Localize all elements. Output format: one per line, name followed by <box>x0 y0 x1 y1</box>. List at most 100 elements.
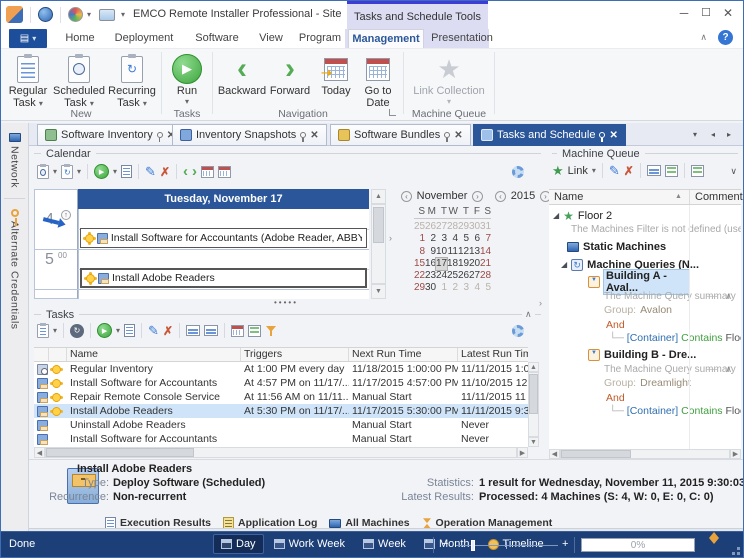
table-row[interactable]: Regular InventoryAt 1:00 PM every day11/… <box>34 362 528 376</box>
splitter-collapse-icon[interactable]: › <box>389 233 392 243</box>
calendar-day-cell[interactable]: 4 <box>469 282 480 294</box>
scroll-right-button[interactable]: ▶ <box>517 447 528 458</box>
delete-icon[interactable]: ✗ <box>624 165 634 177</box>
dropdown-caret-icon[interactable]: ▾ <box>113 168 117 176</box>
close-button[interactable]: ✕ <box>717 5 739 23</box>
dropdown-caret-icon[interactable]: ▾ <box>592 167 596 175</box>
calendar-day-cell[interactable]: 26 <box>425 221 436 233</box>
tab-program[interactable]: Program <box>292 29 348 48</box>
calendar-day-cell[interactable]: 31 <box>480 221 491 233</box>
doc-tab-software-inventory[interactable]: Software Inventory ✕ <box>37 124 183 146</box>
close-tab-icon[interactable]: ✕ <box>454 130 462 141</box>
calendar-day-cell[interactable]: 28 <box>447 221 458 233</box>
calendar-day-cell[interactable]: 5 <box>480 282 491 294</box>
screen-icon[interactable] <box>99 9 115 21</box>
zoom-slider-thumb[interactable] <box>471 540 475 551</box>
layout-horizontal-icon[interactable] <box>186 325 200 336</box>
tab-software[interactable]: Software <box>186 29 248 48</box>
network-scan-icon[interactable] <box>38 7 53 22</box>
scroll-left-button[interactable]: ◀ <box>34 447 45 458</box>
doc-tab-inventory-snapshots[interactable]: Inventory Snapshots ✕ <box>172 124 327 146</box>
delete-icon[interactable]: ✗ <box>160 166 170 178</box>
maximize-button[interactable]: ☐ <box>695 5 717 23</box>
pin-icon[interactable] <box>599 132 605 138</box>
filter-icon[interactable] <box>265 325 277 337</box>
task-name[interactable]: Repair Remote Console Service <box>67 391 241 403</box>
calendar-day-cell[interactable]: 25 <box>414 221 425 233</box>
column-comment[interactable]: Comment <box>695 191 743 204</box>
scroll-down-button[interactable]: ▼ <box>371 284 386 299</box>
palette-dropdown-icon[interactable]: ▾ <box>87 11 91 19</box>
task-next-run[interactable]: Manual Start <box>349 391 458 403</box>
task-next-run[interactable]: 11/17/2015 4:57:00 PM <box>349 377 458 389</box>
recurring-task-button[interactable]: ↻ Recurring Task ▾ <box>107 52 157 109</box>
task-name[interactable]: Uninstall Adobe Readers <box>67 419 241 431</box>
calendar-day-cell[interactable]: 29 <box>458 221 469 233</box>
horizontal-splitter[interactable]: ••••• <box>31 300 541 307</box>
task-schedule-cell[interactable] <box>49 365 67 374</box>
calendar-day-cell[interactable]: 4 <box>447 233 458 245</box>
column-name[interactable]: Name <box>67 348 241 361</box>
scrollbar-thumb[interactable] <box>46 448 194 457</box>
calendar-day-cell[interactable]: 1 <box>436 282 447 294</box>
calendar-day-cell[interactable]: 2 <box>447 282 458 294</box>
qat-customize-icon[interactable]: ▾ <box>121 11 125 19</box>
column-divider[interactable] <box>689 190 690 204</box>
tab-view[interactable]: View <box>250 29 292 48</box>
calendar-day-cell[interactable]: 9 <box>425 246 436 258</box>
calendar-day-cell[interactable]: 23 <box>425 270 436 282</box>
calendar-day-cell[interactable]: 22 <box>414 270 425 282</box>
task-next-run[interactable]: Manual Start <box>349 433 458 445</box>
edit-icon[interactable]: ✎ <box>145 165 156 178</box>
table-view-icon[interactable] <box>248 325 261 337</box>
run-button[interactable]: ▶ Run ▾ <box>167 52 207 106</box>
theme-palette-icon[interactable] <box>68 7 83 22</box>
calendar-day-cell[interactable]: 8 <box>414 246 425 258</box>
layout-list-icon[interactable] <box>204 325 218 336</box>
today-icon[interactable] <box>201 166 214 178</box>
run-task-icon[interactable]: ▶ <box>94 164 109 179</box>
tree-item-group[interactable]: ◢★Floor 2 <box>549 208 741 223</box>
task-latest-run[interactable]: Never <box>458 433 528 445</box>
task-latest-run[interactable]: 11/10/2015 12 <box>458 377 528 389</box>
goto-date-icon[interactable] <box>218 166 231 178</box>
calendar-view-icon[interactable] <box>231 325 244 337</box>
pin-icon[interactable] <box>300 132 306 138</box>
calendar-day-cell[interactable]: 5 <box>458 233 469 245</box>
task-schedule-cell[interactable] <box>49 407 67 416</box>
calendar-day-cell[interactable]: 24 <box>436 270 447 282</box>
layout-horizontal-icon[interactable] <box>647 165 661 176</box>
help-icon[interactable]: ? <box>718 30 733 45</box>
appointment[interactable]: Install Software for Accountants (Adobe … <box>80 228 367 248</box>
tasks-settings-gear-icon[interactable] <box>512 325 524 337</box>
link-label[interactable]: Link <box>568 165 588 177</box>
calendar-day-cell[interactable]: 27 <box>436 221 447 233</box>
calendar-day-cell[interactable]: 30 <box>469 221 480 233</box>
run-task-icon[interactable]: ▶ <box>97 323 112 338</box>
task-schedule-cell[interactable] <box>49 379 67 388</box>
column-triggers[interactable]: Triggers <box>241 348 349 361</box>
expander-icon[interactable]: ◢ <box>553 212 559 220</box>
scroll-right-button[interactable]: ▶ <box>730 449 741 459</box>
view-timeline-button[interactable]: Timeline <box>480 534 552 554</box>
view-work-week-button[interactable]: Work Week <box>266 534 353 554</box>
scheduled-task-button[interactable]: Scheduled Task ▾ <box>53 52 105 109</box>
table-row[interactable]: Repair Remote Console ServiceAt 11:56 AM… <box>34 390 528 404</box>
calendar-day-cell[interactable]: 18 <box>447 258 458 270</box>
scroll-tabs-left-icon[interactable]: ◂ <box>711 130 715 139</box>
column-type-icon[interactable] <box>34 348 49 361</box>
dropdown-caret-icon[interactable]: ▾ <box>53 168 57 176</box>
task-name[interactable]: Regular Inventory <box>67 363 241 375</box>
scrollbar-thumb[interactable] <box>373 207 384 243</box>
calendar-day-cell[interactable]: 7 <box>480 233 491 245</box>
table-row[interactable]: Install Adobe ReadersAt 5:30 PM on 11/17… <box>34 404 528 418</box>
calendar-day-cell[interactable]: 6 <box>469 233 480 245</box>
tree-item-static-machines[interactable]: Static Machines <box>549 239 741 254</box>
backward-icon[interactable]: ‹ <box>183 165 188 179</box>
table-row[interactable]: Install Software for AccountantsAt 4:57 … <box>34 376 528 390</box>
minimize-button[interactable]: ─ <box>673 5 695 23</box>
column-schedule-icon[interactable] <box>49 348 67 361</box>
dialog-launcher-icon[interactable] <box>389 109 396 116</box>
task-trigger[interactable]: At 11:56 AM on 11/11... <box>241 391 349 403</box>
close-tab-icon[interactable]: ✕ <box>310 130 318 141</box>
